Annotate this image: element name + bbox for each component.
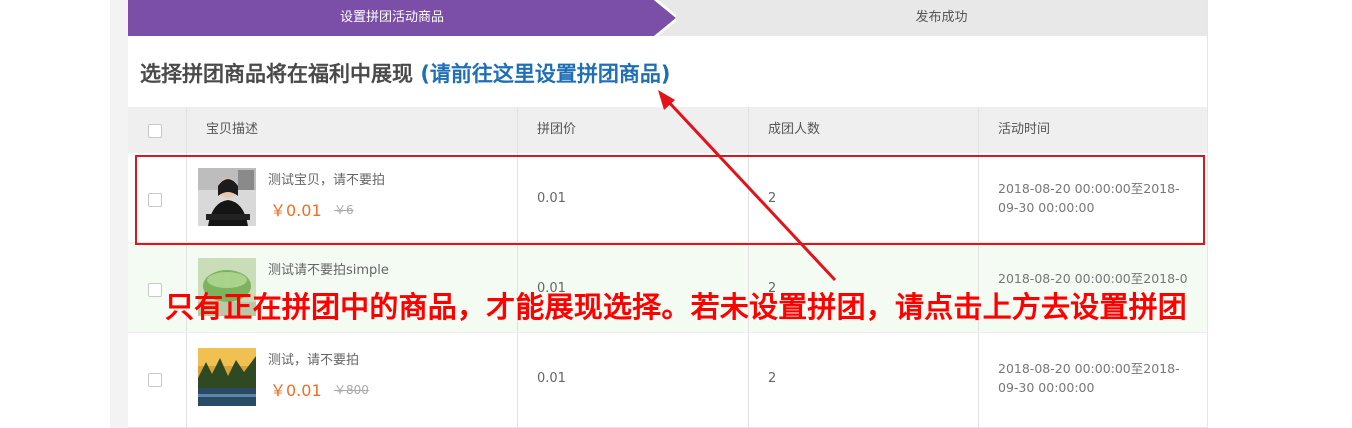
annotation-arrow	[658, 90, 837, 282]
annotation-text: 只有正在拼团中的商品，才能展现选择。若未设置拼团，请点击上方去设置拼团	[164, 290, 1187, 324]
